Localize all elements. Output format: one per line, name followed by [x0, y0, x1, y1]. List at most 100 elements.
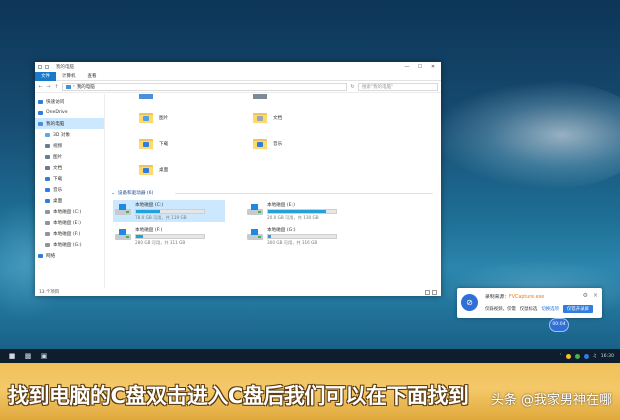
option-mouse[interactable]: 仅鼠标选 [520, 306, 538, 312]
switch-options-link[interactable]: 切换选项 [541, 306, 559, 312]
sidebar-item[interactable]: 我的电脑 [35, 118, 104, 129]
drive-free-space: 78.0 GB 可用，共 119 GB [135, 215, 187, 220]
drive-icon [45, 209, 50, 214]
app-taskbar-icon[interactable]: ▣ [40, 352, 48, 360]
sidebar-item-label: 视频 [53, 143, 63, 149]
sidebar-item[interactable]: 下载 [35, 173, 104, 184]
drive-item[interactable]: 本地磁盘 (G:) 300 GB 可用，共 316 GB [245, 225, 357, 247]
search-input[interactable]: 搜索"我的电脑" [358, 82, 438, 91]
picture-folder-icon [139, 112, 153, 123]
desktop-folder-icon [139, 164, 153, 175]
sidebar-item[interactable]: 本地磁盘 (F:) [35, 228, 104, 239]
maximize-button[interactable]: ☐ [415, 64, 425, 70]
start-icon[interactable]: ■ [8, 352, 16, 360]
close-icon[interactable]: × [593, 292, 598, 299]
drive-item[interactable]: 本地磁盘 (F:) 280 GB 可用，共 311 GB [113, 225, 225, 247]
video-subtitle: 找到电脑的C盘双击进入C盘后我们可以在下面找到 [8, 384, 469, 408]
folder-item[interactable]: 桌面 [139, 164, 168, 175]
chevron-up-icon[interactable]: ˄ [559, 354, 561, 359]
folder-item[interactable]: 文档 [253, 112, 282, 123]
sidebar-item-label: 桌面 [53, 198, 63, 204]
sidebar-item[interactable]: 本地磁盘 (C:) [35, 206, 104, 217]
details-view-icon[interactable] [425, 290, 430, 295]
folder-item[interactable]: 图片 [139, 112, 168, 123]
title-bar[interactable]: 我的电脑 — ☐ ✕ [35, 62, 441, 72]
cloud-icon [38, 110, 43, 115]
tray-record-icon[interactable] [583, 353, 589, 359]
up-arrow-icon[interactable]: ↑ [54, 84, 59, 90]
properties-quick-access-icon[interactable] [45, 65, 49, 69]
drive-icon [247, 229, 263, 241]
forward-arrow-icon[interactable]: → [46, 84, 51, 90]
file-explorer-taskbar-icon[interactable]: ▩ [24, 352, 32, 360]
sidebar-item-label: 本地磁盘 (C:) [53, 209, 82, 215]
recording-source: 录制来源：FVCapture.exe [485, 295, 545, 300]
sidebar-item[interactable]: 网络 [35, 250, 104, 261]
sidebar-item[interactable]: 视频 [35, 140, 104, 151]
folder-label: 文档 [273, 115, 283, 121]
content-area: ⌄ 设备和驱动器 (6) 图片 文档下载 音乐桌面本地磁盘 (C:) 78.0 GB … [105, 94, 441, 288]
close-button[interactable]: ✕ [428, 64, 438, 70]
drive-name: 本地磁盘 (E:) [267, 203, 295, 208]
status-bar: 13 个项目 [35, 288, 441, 296]
clock[interactable]: 16:30 [601, 354, 614, 359]
sidebar-item[interactable]: 本地磁盘 (E:) [35, 217, 104, 228]
tab-file[interactable]: 文件 [35, 71, 56, 81]
drive-free-space: 300 GB 可用，共 316 GB [267, 240, 318, 245]
watermark: 头条 @我家男神在哪 [490, 393, 612, 408]
drive-item[interactable]: 本地磁盘 (C:) 78.0 GB 可用，共 119 GB [113, 200, 225, 222]
drive-icon [45, 242, 50, 247]
devices-section-header[interactable]: ⌄ 设备和驱动器 (6) [111, 190, 153, 197]
record-button[interactable]: 仅错开录屏 [562, 305, 593, 313]
sidebar-item[interactable]: 3D 对象 [35, 129, 104, 140]
chevron-down-icon: ⌄ [111, 190, 115, 196]
refresh-icon[interactable]: ↻ [350, 84, 355, 90]
folder-item[interactable]: 下载 [139, 138, 168, 149]
sidebar-item[interactable]: 快速访问 [35, 96, 104, 107]
folder-icon [139, 94, 153, 99]
sidebar-item[interactable]: 桌面 [35, 195, 104, 206]
drive-usage-bar [267, 234, 337, 239]
address-bar[interactable]: › 我的电脑 [62, 82, 347, 91]
sidebar-item[interactable]: 本地磁盘 (G:) [35, 239, 104, 250]
large-icons-view-icon[interactable] [432, 290, 437, 295]
drive-item[interactable]: 本地磁盘 (E:) 20.0 GB 可用，共 130 GB [245, 200, 357, 222]
option-record-video[interactable]: 仅錄视频，仅需 [485, 306, 516, 312]
save-quick-access-icon[interactable] [38, 65, 42, 69]
mute-icon[interactable]: ⊘ [461, 294, 478, 311]
sidebar-item-label: 音乐 [53, 187, 63, 193]
breadcrumb-chevron-icon: › [73, 84, 75, 89]
drive-icon [247, 204, 263, 216]
minimize-button[interactable]: — [402, 64, 412, 70]
sidebar-item-label: 下载 [53, 176, 63, 182]
drive-name: 本地磁盘 (G:) [267, 228, 296, 233]
ribbon-tabs: 文件 计算机 查看 [35, 71, 441, 81]
drive-icon [115, 204, 131, 216]
download-icon [45, 176, 50, 181]
sidebar-item-label: 本地磁盘 (G:) [53, 242, 82, 248]
file-explorer-window[interactable]: 我的电脑 — ☐ ✕ 文件 计算机 查看 ← → ↑ › 我的电脑 ↻ 搜索"我… [35, 62, 441, 296]
sidebar-item[interactable]: OneDrive [35, 107, 104, 118]
music-folder-icon [253, 138, 267, 149]
sidebar-item-label: 本地磁盘 (F:) [53, 231, 81, 237]
sidebar-item[interactable]: 图片 [35, 151, 104, 162]
cube-icon [45, 132, 50, 137]
drive-usage-bar [135, 234, 205, 239]
sidebar-item[interactable]: 音乐 [35, 184, 104, 195]
sidebar-item[interactable]: 文档 [35, 162, 104, 173]
picture-icon [45, 154, 50, 159]
tray-wechat-icon[interactable] [574, 353, 580, 359]
tab-computer[interactable]: 计算机 [56, 72, 82, 81]
search-placeholder: 搜索"我的电脑" [362, 84, 394, 90]
recording-timer[interactable]: 00:04 [549, 318, 569, 332]
gear-icon[interactable]: ⚙ [583, 292, 588, 299]
volume-icon[interactable]: ♫ [593, 354, 597, 359]
tray-app-icon[interactable] [565, 353, 571, 359]
folder-item[interactable]: 音乐 [253, 138, 282, 149]
document-folder-icon [253, 112, 267, 123]
music-icon [45, 187, 50, 192]
drive-icon [115, 229, 131, 241]
back-arrow-icon[interactable]: ← [38, 84, 43, 90]
sidebar-item-label: 3D 对象 [53, 132, 71, 138]
tab-view[interactable]: 查看 [82, 72, 103, 81]
